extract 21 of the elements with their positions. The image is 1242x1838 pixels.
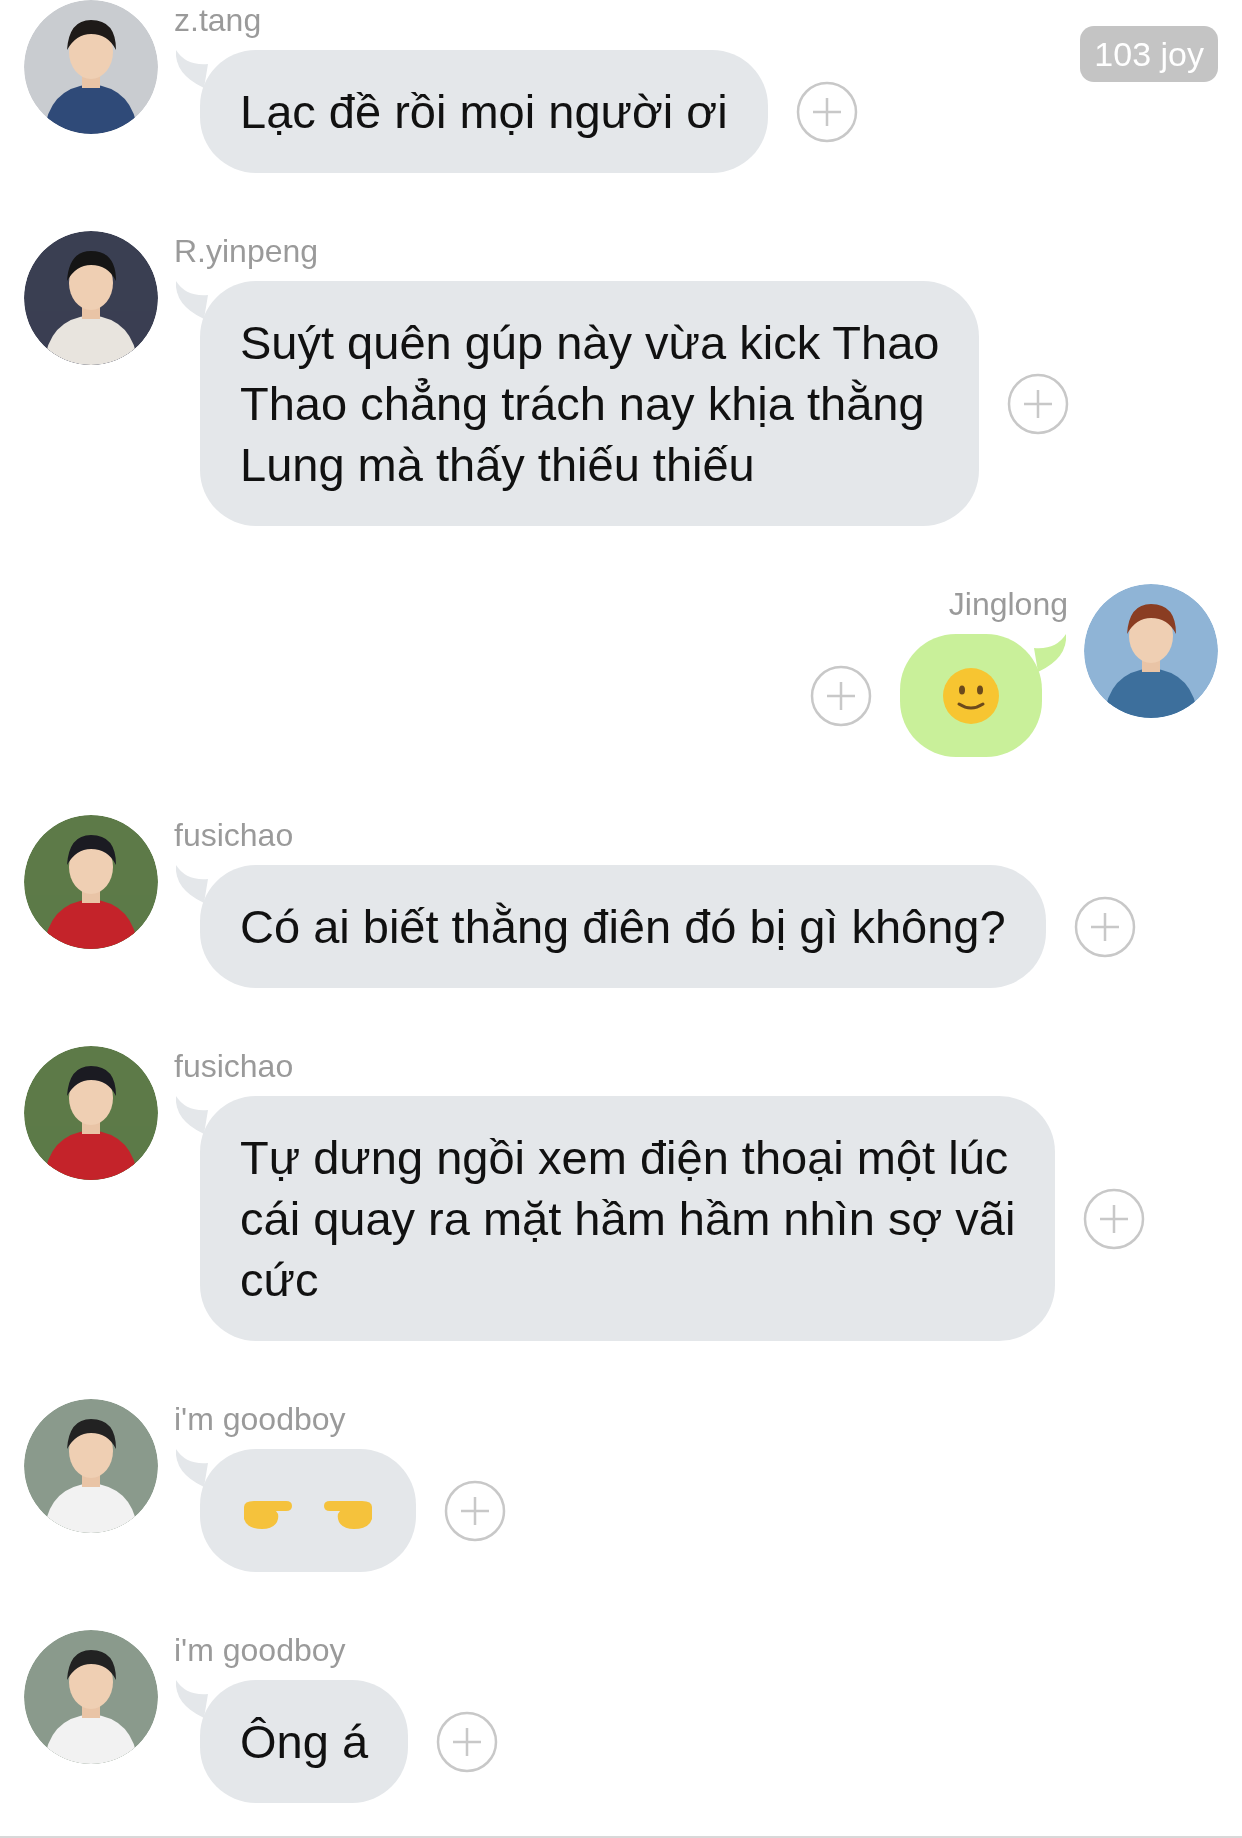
add-icon[interactable]: [444, 1479, 506, 1542]
sender-name: z.tang: [174, 1, 262, 40]
sender-name: i'm goodboy: [174, 1400, 346, 1439]
smiley-face-icon: [942, 666, 1000, 725]
add-icon[interactable]: [1073, 895, 1136, 958]
bubble-tail: [174, 50, 208, 90]
count-badge: 103 joy: [1080, 26, 1218, 82]
add-icon[interactable]: [795, 80, 858, 143]
add-icon[interactable]: [1083, 1187, 1146, 1250]
bubble-tail: [174, 1680, 208, 1720]
add-icon[interactable]: [1007, 372, 1070, 435]
sender-name: fusichao: [174, 1047, 294, 1086]
add-icon[interactable]: [436, 1710, 499, 1773]
bubble-tail: [174, 1096, 208, 1136]
sender-name: i'm goodboy: [174, 1631, 346, 1670]
bubble-tail: [174, 865, 208, 905]
sender-name: R.yinpeng: [174, 232, 319, 271]
add-icon[interactable]: [810, 664, 872, 727]
sender-name: fusichao: [174, 816, 294, 855]
bubble-tail: [174, 281, 208, 321]
sender-name: Jinglong: [948, 585, 1068, 624]
